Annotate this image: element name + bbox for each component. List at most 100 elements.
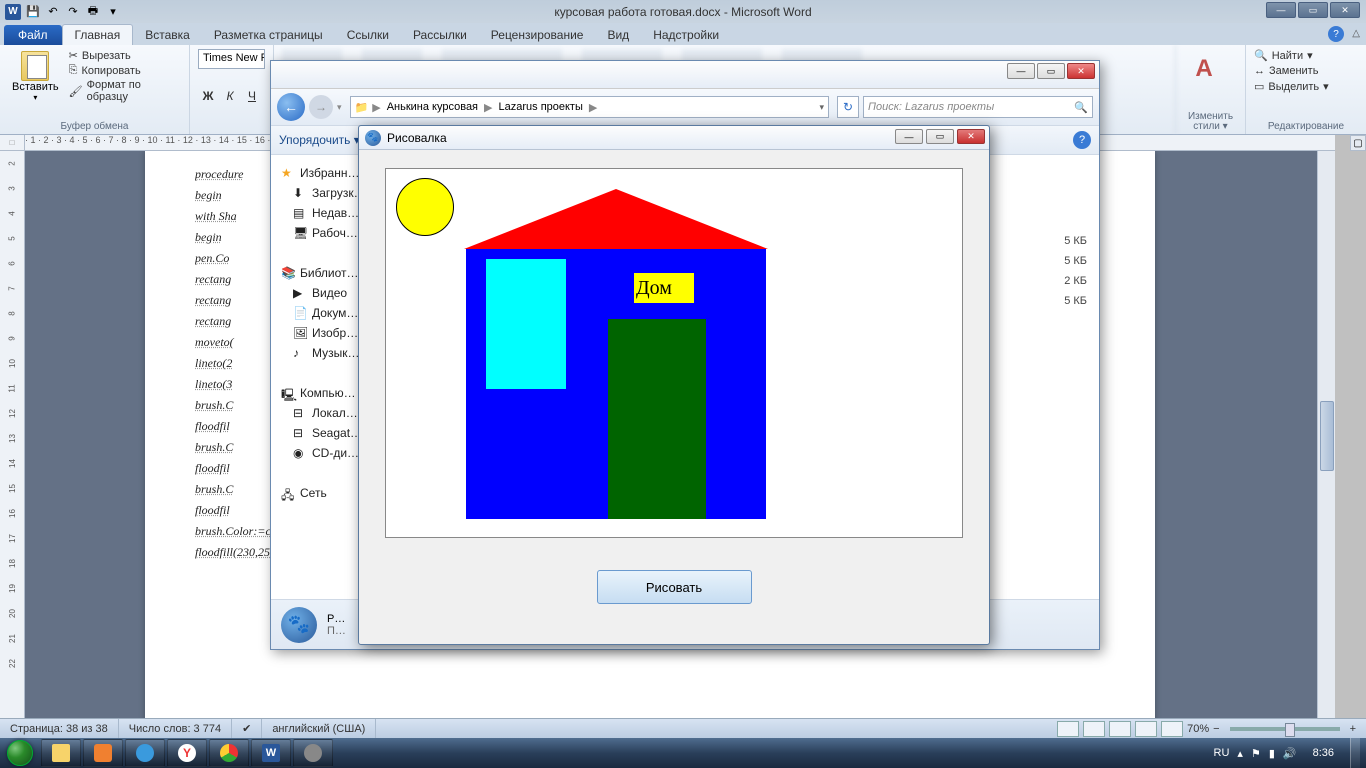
underline-button[interactable]: Ч — [242, 86, 262, 106]
house-label: Дом — [634, 273, 694, 303]
help-icon[interactable]: ? — [1328, 26, 1344, 42]
word-maximize-button[interactable]: ▭ — [1298, 2, 1328, 18]
refresh-button[interactable]: ↻ — [837, 96, 859, 118]
status-proof-icon[interactable]: ✔ — [232, 719, 262, 738]
zoom-in-button[interactable]: + — [1350, 723, 1356, 735]
vertical-ruler[interactable]: 234 567 8910 111213 141516 171819 202122 — [0, 151, 25, 721]
tab-mailings[interactable]: Рассылки — [401, 25, 479, 45]
word-close-button[interactable]: ✕ — [1330, 2, 1360, 18]
qat-undo-icon[interactable]: ↶ — [44, 3, 62, 21]
font-name-box[interactable]: Times New R — [198, 49, 265, 69]
network-icon: 🖧 — [281, 486, 295, 500]
folder-icon: 📁 — [355, 101, 369, 114]
video-icon: ▶ — [293, 286, 307, 300]
breadcrumb-item[interactable]: Анькина курсовая — [385, 101, 480, 113]
tab-home[interactable]: Главная — [62, 24, 134, 45]
start-button[interactable] — [0, 738, 40, 768]
taskbar-lazarus-button[interactable] — [293, 739, 333, 767]
file-tab[interactable]: Файл — [4, 25, 62, 45]
tab-references[interactable]: Ссылки — [335, 25, 401, 45]
paste-button[interactable]: Вставить ▾ — [8, 49, 63, 104]
explorer-titlebar[interactable]: — ▭ ✕ — [271, 61, 1099, 89]
explorer-search-input[interactable]: Поиск: Lazarus проекты 🔍 — [863, 96, 1093, 118]
taskbar-yandex-button[interactable]: Y — [167, 739, 207, 767]
tab-view[interactable]: Вид — [595, 25, 641, 45]
roof-shape — [464, 189, 768, 249]
tab-layout[interactable]: Разметка страницы — [202, 25, 335, 45]
tray-lang[interactable]: RU — [1214, 747, 1230, 759]
word-icon[interactable]: W — [4, 3, 22, 21]
select-button[interactable]: ▭ Выделить ▾ — [1254, 80, 1358, 93]
folder-icon — [52, 744, 70, 762]
change-styles-button[interactable]: A — [1184, 49, 1224, 89]
explorer-minimize-button[interactable]: — — [1007, 63, 1035, 79]
qat-save-icon[interactable]: 💾 — [24, 3, 42, 21]
search-placeholder: Поиск: Lazarus проекты — [868, 101, 994, 113]
view-outline-button[interactable] — [1135, 721, 1157, 737]
qat-redo-icon[interactable]: ↷ — [64, 3, 82, 21]
nav-forward-button[interactable]: → — [309, 95, 333, 119]
zoom-slider[interactable] — [1230, 727, 1340, 731]
draw-button[interactable]: Рисовать — [597, 570, 752, 604]
view-draft-button[interactable] — [1161, 721, 1183, 737]
replace-button[interactable]: ↔ Заменить — [1254, 65, 1358, 77]
recent-icon: ▤ — [293, 206, 307, 220]
lazarus-icon — [304, 744, 322, 762]
status-page[interactable]: Страница: 38 из 38 — [0, 719, 119, 738]
vertical-scrollbar[interactable] — [1317, 151, 1335, 721]
italic-button[interactable]: К — [220, 86, 240, 106]
taskbar-explorer-button[interactable] — [41, 739, 81, 767]
app-titlebar[interactable]: 🐾 Рисовалка — ▭ ✕ — [359, 126, 989, 150]
app-close-button[interactable]: ✕ — [957, 129, 985, 144]
address-bar[interactable]: 📁 ▶ Анькина курсовая ▶ Lazarus проекты ▶… — [350, 96, 829, 118]
show-desktop-button[interactable] — [1350, 738, 1360, 768]
status-words[interactable]: Число слов: 3 774 — [119, 719, 232, 738]
app-maximize-button[interactable]: ▭ — [926, 129, 954, 144]
explorer-navbar: ← → ▾ 📁 ▶ Анькина курсовая ▶ Lazarus про… — [271, 89, 1099, 125]
ruler-corner[interactable]: □ — [0, 135, 25, 151]
tab-insert[interactable]: Вставка — [133, 25, 202, 45]
ruler-toggle-icon[interactable]: ▢ — [1350, 135, 1366, 151]
view-web-button[interactable] — [1109, 721, 1131, 737]
file-size: 5 КБ — [1064, 295, 1087, 307]
status-language[interactable]: английский (США) — [262, 719, 376, 738]
copy-button[interactable]: ⎘ Копировать — [69, 64, 181, 77]
tray-volume-icon[interactable]: 🔊 — [1283, 747, 1297, 760]
breadcrumb-item[interactable]: Lazarus проекты — [497, 101, 585, 113]
zoom-value[interactable]: 70% — [1187, 723, 1209, 735]
hdd-icon: ⊟ — [293, 406, 307, 420]
bold-button[interactable]: Ж — [198, 86, 218, 106]
taskbar-media-button[interactable] — [83, 739, 123, 767]
details-sub: П… — [327, 625, 346, 637]
format-painter-button[interactable]: 🖌 Формат по образцу — [69, 79, 181, 103]
explorer-help-icon[interactable]: ? — [1073, 131, 1091, 149]
tab-review[interactable]: Рецензирование — [479, 25, 596, 45]
cut-button[interactable]: ✂ Вырезать — [69, 49, 181, 62]
ribbon-tabs: Файл Главная Вставка Разметка страницы С… — [0, 23, 1366, 45]
word-minimize-button[interactable]: — — [1266, 2, 1296, 18]
nav-back-button[interactable]: ← — [277, 93, 305, 121]
tray-arrow-icon[interactable]: ▴ — [1237, 747, 1243, 760]
explorer-maximize-button[interactable]: ▭ — [1037, 63, 1065, 79]
view-reading-button[interactable] — [1083, 721, 1105, 737]
explorer-close-button[interactable]: ✕ — [1067, 63, 1095, 79]
taskbar-word-button[interactable]: W — [251, 739, 291, 767]
tray-flag-icon[interactable]: ⚑ — [1251, 747, 1261, 760]
tray-network-icon[interactable]: ▮ — [1269, 747, 1275, 760]
paste-label: Вставить — [12, 81, 59, 93]
tray-clock[interactable]: 8:36 — [1305, 747, 1342, 759]
desktop-icon: 🖥 — [293, 226, 307, 240]
app-minimize-button[interactable]: — — [895, 129, 923, 144]
yandex-icon: Y — [178, 744, 196, 762]
tab-addins[interactable]: Надстройки — [641, 25, 731, 45]
word-window-controls: — ▭ ✕ — [1266, 2, 1360, 18]
qat-dropdown-icon[interactable]: ▾ — [104, 3, 122, 21]
taskbar-chrome-button[interactable] — [209, 739, 249, 767]
qat-print-icon[interactable]: 🖶 — [84, 3, 102, 21]
zoom-out-button[interactable]: − — [1213, 723, 1219, 735]
ribbon-collapse-icon[interactable]: △ — [1352, 28, 1360, 39]
view-print-layout-button[interactable] — [1057, 721, 1079, 737]
find-button[interactable]: 🔍 Найти ▾ — [1254, 49, 1358, 62]
taskbar-app-button[interactable] — [125, 739, 165, 767]
organize-button[interactable]: Упорядочить ▾ — [279, 133, 360, 147]
